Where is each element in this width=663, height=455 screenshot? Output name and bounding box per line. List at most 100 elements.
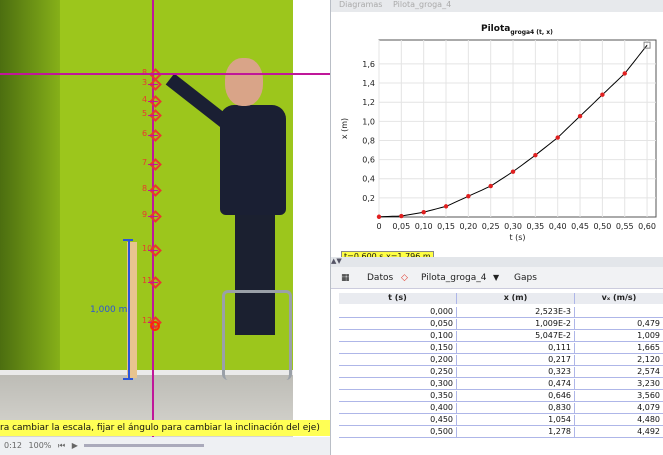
data-point	[622, 71, 627, 76]
x-tick-label: 0,35	[526, 222, 544, 231]
dropdown-icon[interactable]: ▼	[493, 267, 499, 289]
table-cell: 0,050	[339, 319, 457, 330]
view-tabs: Diagramas Pilota_groga_4	[331, 0, 663, 12]
data-point	[510, 169, 516, 174]
column-header: vₓ (m/s)	[575, 293, 663, 304]
step-back-icon[interactable]: ⏮	[58, 441, 65, 450]
column-header: x (m)	[457, 293, 575, 304]
data-point	[466, 194, 471, 199]
axis-tick	[148, 250, 158, 251]
table-cell: 0,200	[339, 355, 457, 366]
ball-marker[interactable]	[150, 321, 160, 331]
diamond-icon: ◇	[401, 273, 408, 283]
x-tick-label: 0,25	[482, 222, 500, 231]
x-tick-label: 0,05	[392, 222, 410, 231]
table-cell: 0,150	[339, 343, 457, 354]
table-row[interactable]: 0,150 0,111 1,665	[339, 343, 663, 354]
y-tick-label: 0,8	[362, 136, 375, 145]
tab-pilota[interactable]: Pilota_groga_4	[393, 0, 451, 9]
table-cell: 0,300	[339, 379, 457, 390]
table-row[interactable]: 0,500 1,278 4,492	[339, 427, 663, 438]
table-cell: 1,665	[575, 343, 663, 354]
table-row[interactable]: 0,250 0,323 2,574	[339, 367, 663, 378]
trajectory-point-label: 4	[142, 95, 148, 104]
axis-tick	[148, 164, 158, 165]
table-cell: 4,492	[575, 427, 663, 438]
table-cell	[575, 307, 663, 318]
table-header: t (s) x (m) vₓ (m/s)	[339, 293, 663, 304]
data-point	[533, 152, 538, 158]
table-row[interactable]: 0,100 5,047E-2 1,009	[339, 331, 663, 342]
table-cell: 0,217	[457, 355, 575, 366]
data-point	[421, 210, 426, 215]
table-cell: 0,400	[339, 403, 457, 414]
x-tick-label: 0,45	[571, 222, 589, 231]
table-cell: 1,278	[457, 427, 575, 438]
table-row[interactable]: 0,400 0,830 4,079	[339, 403, 663, 414]
panel-splitter[interactable]: ▲▼	[331, 257, 663, 267]
y-axis-label: x (m)	[340, 118, 349, 139]
player-controls[interactable]: 0:12 100% ⏮ ▶	[0, 437, 340, 455]
play-icon[interactable]: ▶	[72, 441, 78, 450]
y-tick-label: 1,0	[362, 117, 375, 126]
zoom-field[interactable]: 100%	[29, 441, 52, 450]
x-axis-label: t (s)	[509, 233, 525, 242]
axis-tick	[148, 282, 158, 283]
table-row[interactable]: 0,050 1,009E-2 0,479	[339, 319, 663, 330]
tab-diagramas[interactable]: Diagramas	[339, 0, 382, 9]
x-axis-line[interactable]	[0, 73, 330, 75]
table-cell: 2,523E-3	[457, 307, 575, 318]
dataset-select[interactable]: Pilota_groga_4	[421, 267, 486, 289]
calibration-stick-top[interactable]	[123, 239, 133, 241]
table-cell: 4,079	[575, 403, 663, 414]
x-tick-label: 0,15	[437, 222, 455, 231]
chair	[222, 290, 292, 380]
x-tick-label: 0	[376, 222, 381, 231]
data-point	[577, 113, 583, 119]
table-cell: 0,500	[339, 427, 457, 438]
chart-svg[interactable]: 0,2 0,4 0,6 0,8 1,0 1,2 1,4 1,6 0 0,05 0,10 0,15 0,2…	[331, 12, 663, 257]
axis-tick	[148, 101, 158, 102]
x-tick-label: 0,30	[504, 222, 522, 231]
table-row[interactable]: 0,200 0,217 2,120	[339, 355, 663, 366]
table-row[interactable]: 0,450 1,054 4,480	[339, 415, 663, 426]
trajectory-point-label: 3	[142, 78, 148, 87]
y-tick-label: 0,2	[362, 194, 375, 203]
x-tick-label: 0,20	[459, 222, 477, 231]
table-cell: 0,450	[339, 415, 457, 426]
table-cell: 5,047E-2	[457, 331, 575, 342]
table-icon: ▦	[341, 273, 350, 283]
collapse-icon[interactable]: ▲▼	[331, 257, 342, 265]
calibration-stick-line[interactable]	[128, 240, 130, 380]
person-body	[220, 105, 286, 215]
frame-readout: 0:12	[4, 441, 22, 450]
data-point	[600, 92, 605, 97]
gaps-button[interactable]: Gaps	[514, 267, 537, 289]
person-head	[225, 58, 263, 106]
table-cell: 3,560	[575, 391, 663, 402]
right-panel: Diagramas Pilota_groga_4 Pilotagroga4 (t…	[330, 0, 663, 455]
table-row[interactable]: 0,000 2,523E-3	[339, 307, 663, 318]
table-row[interactable]: 0,350 0,646 3,560	[339, 391, 663, 402]
x-tick-label: 0,40	[549, 222, 567, 231]
table-toolbar: ▦ Datos ◇ Pilota_groga_4 ▼ Gaps	[331, 267, 663, 289]
table-row[interactable]: 0,300 0,474 3,230	[339, 379, 663, 390]
datos-label: Datos	[367, 273, 394, 283]
data-point	[376, 214, 382, 219]
table-cell: 1,054	[457, 415, 575, 426]
table-cell: 2,574	[575, 367, 663, 378]
table-cell: 0,111	[457, 343, 575, 354]
x-tick-label: 0,60	[638, 222, 656, 231]
video-panel[interactable]: 1,000 m 83456789101112	[0, 0, 293, 437]
table-cell: 0,323	[457, 367, 575, 378]
calibration-stick-bottom[interactable]	[123, 378, 133, 380]
table-cell: 0,479	[575, 319, 663, 330]
axis-tick	[148, 115, 158, 116]
slider[interactable]	[84, 444, 205, 447]
data-table[interactable]: t (s) x (m) vₓ (m/s) 0,000 2,523E-3 0,050 1,00…	[331, 289, 663, 455]
table-cell: 4,480	[575, 415, 663, 426]
trajectory-point-label: 10	[142, 244, 153, 253]
plot-area[interactable]: Pilotagroga4 (t, x) 0,2 0,4 0,6 0,8 1,0 1,2 1,…	[331, 12, 663, 263]
plot-frame	[378, 39, 657, 218]
trajectory-point-label: 7	[142, 158, 148, 167]
